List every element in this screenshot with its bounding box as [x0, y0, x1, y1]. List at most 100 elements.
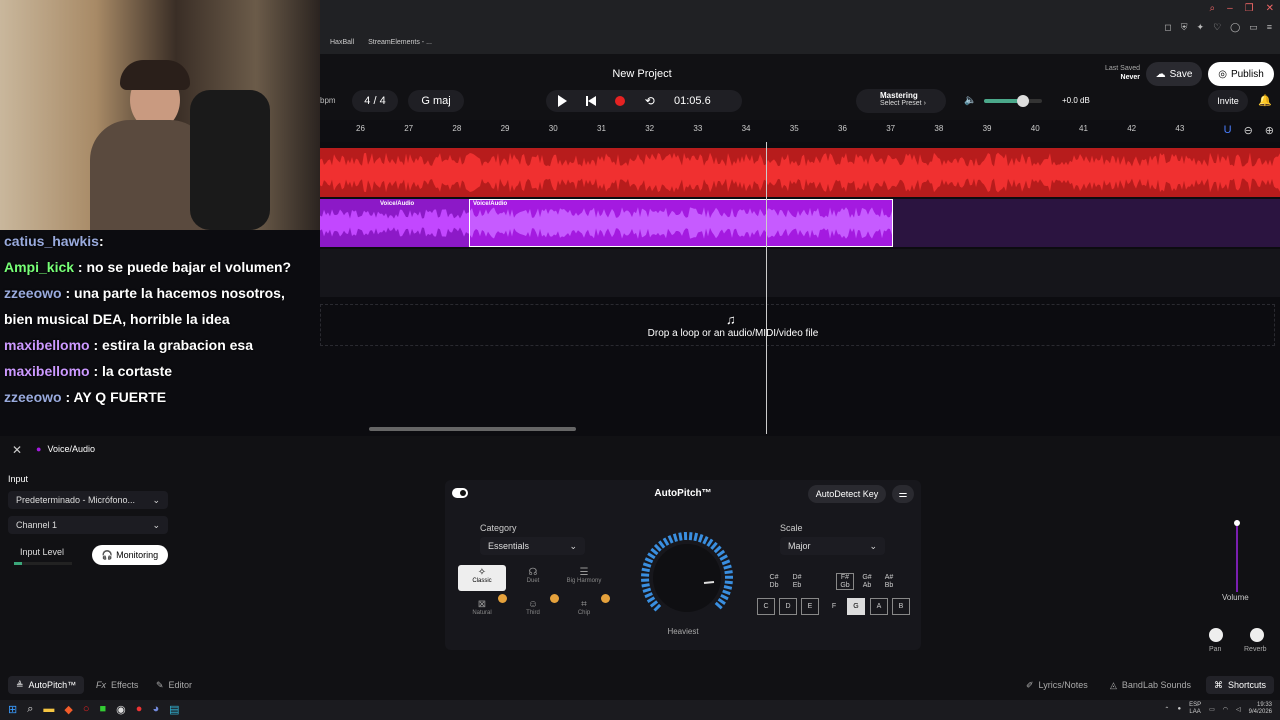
- track-volume-fader[interactable]: [1236, 520, 1238, 592]
- key-a-sharp[interactable]: A# Bb: [880, 573, 898, 590]
- input-select[interactable]: Predeterminado - Micrófono... ⌄: [8, 491, 168, 509]
- command-icon: ⌘: [1214, 679, 1223, 690]
- key-a[interactable]: A: [870, 598, 888, 615]
- autopitch-toggle[interactable]: [452, 488, 468, 498]
- speaker-icon[interactable]: 🔈: [964, 95, 976, 106]
- drop-zone[interactable]: [320, 304, 1275, 346]
- app-icon[interactable]: ■: [100, 703, 107, 716]
- bookmark-icon[interactable]: ▭: [1249, 22, 1258, 33]
- chevron-up-icon[interactable]: ⌃: [1164, 706, 1169, 713]
- sliders-icon[interactable]: ⚌: [892, 485, 914, 503]
- chat-username[interactable]: maxibellomo: [4, 337, 90, 353]
- magnet-icon[interactable]: U: [1224, 124, 1232, 137]
- key-f[interactable]: F: [825, 598, 843, 615]
- close-icon[interactable]: ✕: [12, 443, 22, 457]
- monitor-icon[interactable]: ▭: [1209, 706, 1215, 713]
- chat-username[interactable]: zzeeowo: [4, 389, 62, 405]
- tab-shortcuts[interactable]: ⌘ Shortcuts: [1206, 676, 1275, 694]
- master-volume-handle[interactable]: [1017, 95, 1029, 107]
- chat-username[interactable]: maxibellomo: [4, 363, 90, 379]
- windows-icon[interactable]: ⊞: [8, 703, 17, 716]
- save-button[interactable]: ☁ Save: [1146, 62, 1202, 86]
- chrome-icon[interactable]: ◉: [116, 703, 126, 716]
- key-b[interactable]: B: [892, 598, 910, 615]
- track-lane-1[interactable]: [320, 148, 1280, 197]
- play-icon[interactable]: [558, 95, 567, 107]
- bookmark-streamelements[interactable]: StreamElements - ...: [368, 39, 432, 46]
- mastering-button[interactable]: Mastering Select Preset ›: [856, 89, 946, 113]
- monitoring-button[interactable]: 🎧 Monitoring: [92, 545, 168, 565]
- menu-icon[interactable]: ≡: [1267, 22, 1272, 33]
- extension-icon[interactable]: ✦: [1197, 22, 1205, 33]
- chat-icon[interactable]: ◯: [1230, 22, 1240, 33]
- key-g-sharp[interactable]: G# Ab: [858, 573, 876, 590]
- search-icon[interactable]: ⌕: [27, 703, 33, 716]
- music-note-icon: ♫: [726, 312, 736, 327]
- discord-icon[interactable]: ◕: [152, 703, 159, 716]
- language-indicator[interactable]: ESP LAA: [1189, 702, 1201, 716]
- preset-duet[interactable]: ☊ Duet: [509, 565, 557, 591]
- tab-autopitch[interactable]: ≜ AutoPitch™: [8, 676, 85, 694]
- key-f-sharp[interactable]: F# Gb: [836, 573, 854, 590]
- time-signature[interactable]: 4 / 4: [352, 90, 398, 112]
- key-g[interactable]: G: [847, 598, 865, 615]
- bpm-unit[interactable]: bpm: [320, 96, 336, 105]
- shield-icon[interactable]: ⛨: [1181, 22, 1188, 33]
- horizontal-scrollbar[interactable]: [369, 427, 576, 431]
- reverb-knob[interactable]: [1250, 628, 1264, 642]
- maximize-icon[interactable]: ❐: [1245, 3, 1254, 14]
- clock[interactable]: 19:33 9/4/2026: [1249, 702, 1272, 716]
- mic-icon[interactable]: ●: [1177, 706, 1181, 712]
- track-lane-3[interactable]: [320, 249, 1280, 297]
- chat-username[interactable]: zzeeowo: [4, 285, 62, 301]
- category-select[interactable]: Essentials ⌄: [480, 537, 585, 555]
- timeline-ruler[interactable]: 26 27 28 29 30 31 32 33 34 35 36 37 38 39 40 41 42 43: [320, 120, 1280, 142]
- project-title[interactable]: New Project: [560, 68, 724, 80]
- zoom-in-icon[interactable]: ⊕: [1265, 124, 1274, 137]
- autodetect-key-button[interactable]: AutoDetect Key: [808, 485, 886, 503]
- zoom-out-icon[interactable]: ⊖: [1244, 124, 1253, 137]
- strength-knob[interactable]: [634, 528, 740, 620]
- loop-icon[interactable]: ⟲: [645, 94, 655, 108]
- playhead[interactable]: [766, 142, 767, 434]
- publish-button[interactable]: ◎ Publish: [1208, 62, 1274, 86]
- scale-select[interactable]: Major ⌄: [780, 537, 885, 555]
- opera-icon[interactable]: ○: [83, 703, 90, 716]
- bookmark-haxball[interactable]: HaxBall: [330, 39, 354, 46]
- close-icon[interactable]: ✕: [1266, 3, 1274, 14]
- tab-effects[interactable]: Fx Effects: [88, 676, 146, 694]
- speaker-icon[interactable]: ◁: [1236, 706, 1241, 713]
- minimize-icon[interactable]: –: [1227, 3, 1233, 14]
- audio-clip-selected[interactable]: Voice/Audio: [469, 199, 893, 247]
- channel-select[interactable]: Channel 1 ⌄: [8, 516, 168, 534]
- key-selector[interactable]: G maj: [408, 90, 464, 112]
- key-c[interactable]: C: [757, 598, 775, 615]
- record-icon[interactable]: [615, 96, 626, 106]
- app-icon[interactable]: ●: [136, 703, 143, 716]
- pan-knob[interactable]: [1209, 628, 1223, 642]
- key-d[interactable]: D: [779, 598, 797, 615]
- tab-bandlab-sounds[interactable]: ◬ BandLab Sounds: [1102, 676, 1199, 694]
- key-d-sharp[interactable]: D# Eb: [788, 573, 806, 590]
- brave-icon[interactable]: ◆: [64, 703, 72, 716]
- search-icon[interactable]: ⌕: [1209, 3, 1215, 14]
- tab-lyrics[interactable]: ✐ Lyrics/Notes: [1018, 676, 1096, 694]
- heart-icon[interactable]: ♡: [1213, 22, 1221, 33]
- preset-classic[interactable]: ✧ Classic: [458, 565, 506, 591]
- chat-username[interactable]: catius_hawkis: [4, 233, 99, 249]
- key-c-sharp[interactable]: C# Db: [765, 573, 783, 590]
- bell-icon[interactable]: 🔔: [1258, 94, 1272, 107]
- key-e[interactable]: E: [801, 598, 819, 615]
- invite-button[interactable]: Invite: [1208, 90, 1248, 112]
- track-volume-handle[interactable]: [1234, 520, 1240, 526]
- chat-username[interactable]: Ampi_kick: [4, 259, 74, 275]
- audio-clip[interactable]: Voice/Audio: [320, 199, 470, 247]
- folder-icon[interactable]: ▬: [43, 703, 54, 716]
- app-icon[interactable]: ▤: [169, 703, 179, 716]
- rewind-icon[interactable]: [586, 96, 597, 106]
- preset-label: Classic: [472, 578, 492, 584]
- tab-editor[interactable]: ✎ Editor: [148, 676, 200, 694]
- extension-icon[interactable]: ◻: [1164, 22, 1171, 33]
- preset-big-harmony[interactable]: ☰ Big Harmony: [560, 565, 608, 591]
- wifi-icon[interactable]: ◠: [1223, 706, 1228, 713]
